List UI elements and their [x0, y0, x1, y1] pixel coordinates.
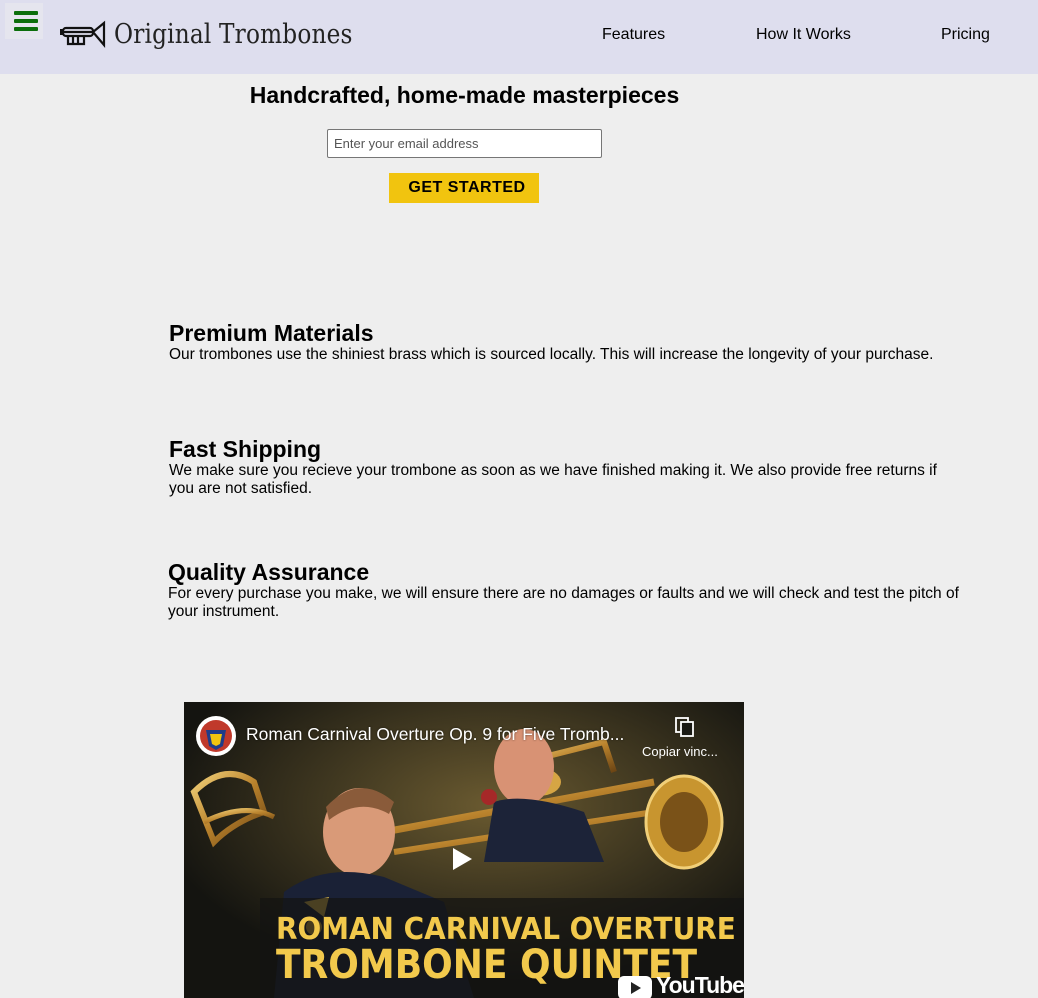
- get-started-button[interactable]: GET STARTED: [389, 173, 539, 203]
- youtube-icon: [618, 976, 652, 998]
- feature-quality-assurance: Quality Assurance For every purchase you…: [168, 559, 968, 621]
- feature-title: Premium Materials: [169, 320, 374, 346]
- video-title[interactable]: Roman Carnival Overture Op. 9 for Five T…: [246, 724, 624, 745]
- feature-title: Quality Assurance: [168, 559, 370, 585]
- hamburger-icon-bar: [14, 19, 38, 23]
- trombone-logo-icon: [60, 20, 106, 49]
- play-icon[interactable]: [450, 846, 474, 872]
- nav-link-features[interactable]: Features: [602, 26, 665, 44]
- nav-link-how-it-works[interactable]: How It Works: [756, 26, 851, 44]
- feature-fast-shipping: Fast Shipping We make sure you recieve y…: [169, 436, 969, 498]
- feature-text: Our trombones use the shiniest brass whi…: [169, 346, 934, 363]
- nav-link-pricing[interactable]: Pricing: [941, 26, 990, 44]
- video-embed[interactable]: Roman Carnival Overture Op. 9 for Five T…: [184, 702, 744, 998]
- feature-text: For every purchase you make, we will ens…: [168, 585, 959, 620]
- hamburger-icon-bar: [14, 27, 38, 31]
- channel-avatar-icon[interactable]: [196, 716, 236, 756]
- youtube-wordmark: YouTube: [656, 972, 744, 998]
- feature-text: We make sure you recieve your trombone a…: [169, 462, 937, 497]
- email-input[interactable]: [327, 129, 602, 158]
- copy-link-icon: [675, 717, 694, 737]
- feature-premium-materials: Premium Materials Our trombones use the …: [169, 320, 969, 364]
- site-header: Original Trombones Features How It Works…: [0, 0, 1038, 74]
- copy-link-label: Copiar vinc...: [642, 744, 718, 759]
- hero-title: Handcrafted, home-made masterpieces: [249, 82, 680, 108]
- hamburger-icon-bar: [14, 11, 38, 15]
- hamburger-menu-button[interactable]: [5, 3, 43, 39]
- copy-link-button[interactable]: Copiar vinc...: [638, 716, 728, 762]
- feature-title: Fast Shipping: [169, 436, 322, 462]
- youtube-watch-button[interactable]: YouTube: [618, 972, 744, 998]
- logo-text: Original Trombones: [114, 19, 353, 50]
